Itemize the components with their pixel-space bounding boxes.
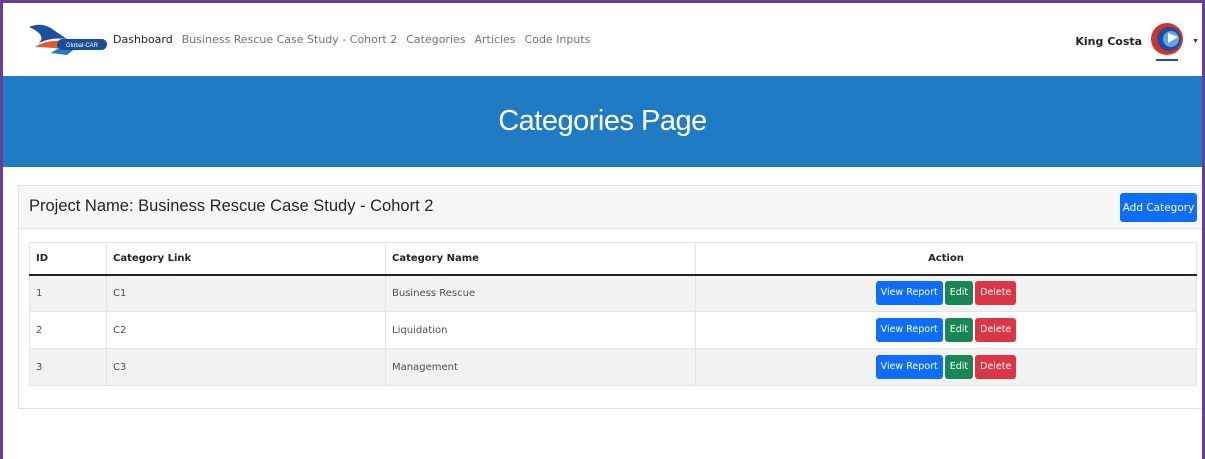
view-report-button[interactable]: View Report [875, 318, 943, 342]
table-row: 3 C3 Management View Report Edit Delete [29, 348, 1197, 386]
avatar[interactable] [1148, 17, 1186, 65]
cell-id: 1 [29, 274, 107, 312]
cell-actions: View Report Edit Delete [695, 311, 1197, 349]
delete-button[interactable]: Delete [975, 318, 1017, 342]
edit-button[interactable]: Edit [944, 281, 974, 306]
table-row: 2 C2 Liquidation View Report Edit Delete [29, 311, 1197, 349]
column-header-action: Action [695, 242, 1197, 276]
categories-table: ID Category Link Category Name Action 1 … [29, 242, 1197, 386]
cell-category-name: Business Rescue [385, 274, 696, 312]
edit-button[interactable]: Edit [944, 318, 974, 342]
chevron-down-icon[interactable]: ▼ [1192, 38, 1199, 45]
add-category-button[interactable]: Add Category [1120, 193, 1197, 222]
cell-category-link: C3 [106, 348, 386, 386]
cell-category-name: Management [385, 348, 696, 386]
page-banner: Categories Page [3, 76, 1202, 167]
delete-button[interactable]: Delete [975, 281, 1017, 306]
column-header-id: ID [29, 242, 107, 276]
nav-link-dashboard[interactable]: Dashboard [113, 33, 173, 46]
project-name: Project Name: Business Rescue Case Study… [29, 197, 434, 215]
user-menu[interactable]: King Costa ▼ [1075, 17, 1202, 65]
navbar: Global-CAR Dashboard Business Rescue Cas… [3, 3, 1202, 76]
column-header-category-link: Category Link [106, 242, 386, 276]
card-header: Project Name: Business Rescue Case Study… [19, 186, 1205, 229]
logo-text: Global-CAR [66, 43, 99, 49]
cell-category-link: C1 [106, 274, 386, 312]
cell-category-name: Liquidation [385, 311, 696, 349]
nav-links: Dashboard Business Rescue Case Study - C… [113, 33, 590, 46]
cell-id: 2 [29, 311, 107, 349]
nav-link-articles[interactable]: Articles [475, 33, 516, 46]
page-title: Categories Page [498, 105, 707, 137]
cell-category-link: C2 [106, 311, 386, 349]
cell-actions: View Report Edit Delete [695, 348, 1197, 386]
global-car-logo[interactable]: Global-CAR [21, 17, 111, 61]
nav-link-code-inputs[interactable]: Code Inputs [525, 33, 591, 46]
nav-link-categories[interactable]: Categories [406, 33, 465, 46]
user-name[interactable]: King Costa [1075, 35, 1142, 48]
table-row: 1 C1 Business Rescue View Report Edit Dele… [29, 274, 1197, 312]
view-report-button[interactable]: View Report [875, 355, 943, 379]
cell-id: 3 [29, 348, 107, 386]
view-report-button[interactable]: View Report [875, 281, 943, 306]
cell-actions: View Report Edit Delete [695, 274, 1197, 312]
delete-button[interactable]: Delete [975, 355, 1017, 379]
categories-card: Project Name: Business Rescue Case Study… [18, 185, 1205, 409]
column-header-category-name: Category Name [385, 242, 696, 276]
nav-link-project[interactable]: Business Rescue Case Study - Cohort 2 [182, 33, 398, 46]
table-header-row: ID Category Link Category Name Action [29, 242, 1197, 276]
edit-button[interactable]: Edit [944, 355, 974, 379]
